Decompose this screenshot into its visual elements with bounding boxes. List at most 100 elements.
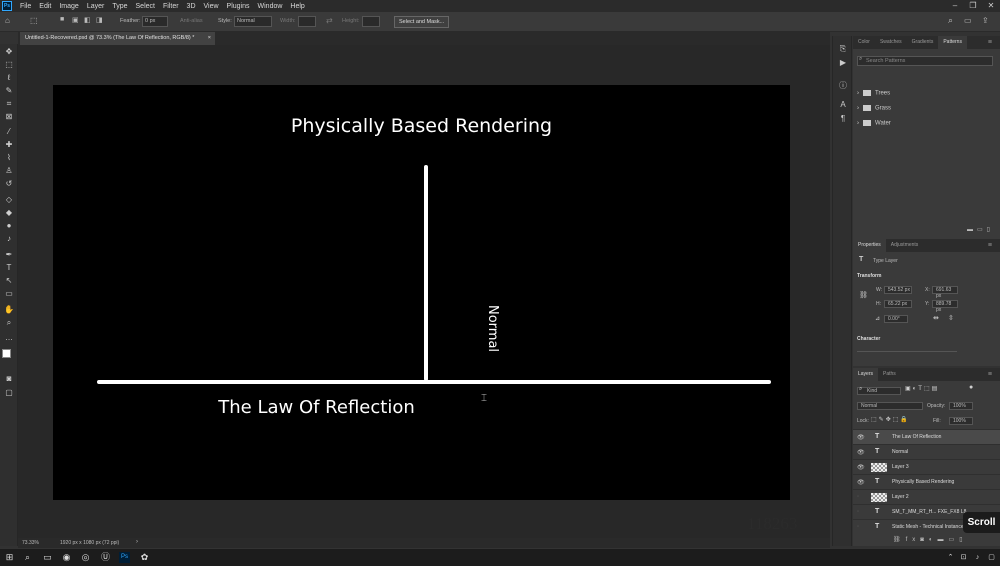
rectangle-tool-icon[interactable]: ▭ [4,290,14,298]
menu-help[interactable]: Help [286,3,308,10]
pattern-folder-water[interactable]: › Water [857,120,891,127]
document-canvas[interactable]: Physically Based Rendering Normal The La… [53,85,790,500]
tab-paths[interactable]: Paths [878,368,901,381]
app-icon-2[interactable]: ✿ [139,552,150,563]
flip-horizontal-icon[interactable]: ⇹ [933,314,939,322]
opacity-field[interactable]: 100% [949,402,973,410]
layer-row[interactable]: ▫ Layer 2 [853,489,1000,504]
transform-section[interactable]: Transform [857,273,881,279]
home-icon[interactable]: ⌂ [5,16,10,25]
tab-gradients[interactable]: Gradients [907,36,939,49]
layers-footer-icons[interactable]: ⛓fx◙◐▬▭▯ [893,536,968,543]
menu-window[interactable]: Window [254,3,287,10]
file-explorer-icon[interactable]: ▭ [42,552,53,563]
search-patterns-input[interactable]: Search Patterns [857,56,993,66]
volume-icon[interactable]: ♪ [972,552,983,563]
x-field[interactable]: 691.63 px [932,286,958,299]
history-icon[interactable]: ⎘ [838,44,848,54]
unreal-icon[interactable]: Ⓤ [100,552,111,563]
network-icon[interactable]: ⊡ [958,552,969,563]
lock-icons[interactable]: ⬚✎✥⬚🔒 [871,416,910,423]
tab-swatches[interactable]: Swatches [875,36,907,49]
status-zoom[interactable]: 73.33% [22,540,39,546]
marquee-tool-icon[interactable]: ⬚ [4,61,14,69]
screen-mode-icon[interactable]: ▢ [4,389,14,397]
quick-selection-tool-icon[interactable]: ✎ [4,87,14,95]
pen-tool-icon[interactable]: ✒ [4,251,14,259]
visibility-eye-icon[interactable]: 👁 [857,464,865,471]
link-dimensions-icon[interactable]: ⛓ [859,291,868,299]
lasso-tool-icon[interactable]: ℓ [4,74,14,82]
blend-mode-select[interactable]: Normal [857,402,923,410]
layer-row[interactable]: 👁 Layer 3 [853,459,1000,474]
visibility-empty-icon[interactable]: ▫ [857,509,859,515]
menu-3d[interactable]: 3D [183,3,200,10]
move-tool-icon[interactable]: ✥ [4,48,14,56]
layer-filter-icons[interactable]: ▣◐T⬚▤ [905,385,939,392]
eyedropper-tool-icon[interactable]: ⁄ [4,128,14,136]
crop-tool-icon[interactable]: ⌗ [4,100,14,108]
taskbar-search-icon[interactable]: ⌕ [22,552,33,563]
width-field[interactable]: 543.52 px [884,286,912,294]
browser-icon[interactable]: ◉ [61,552,72,563]
paint-bucket-tool-icon[interactable]: ◆ [4,209,14,217]
height-input[interactable] [362,16,380,27]
visibility-eye-icon[interactable]: 👁 [857,479,865,486]
fill-field[interactable]: 100% [949,417,973,425]
y-field[interactable]: 889.78 px [932,300,958,313]
width-input[interactable] [298,16,316,27]
patterns-footer-icons[interactable]: ▬▭▯ [967,226,994,233]
tab-color[interactable]: Color [853,36,875,49]
menu-file[interactable]: File [16,3,35,10]
feather-input[interactable]: 0 px [142,16,168,27]
visibility-empty-icon[interactable]: ▫ [857,524,859,530]
info-icon[interactable]: ⓘ [838,80,848,91]
menu-view[interactable]: View [200,3,223,10]
paragraph-panel-icon[interactable]: ¶ [838,114,848,123]
menu-filter[interactable]: Filter [159,3,183,10]
eraser-tool-icon[interactable]: ◇ [4,196,14,204]
visibility-eye-icon[interactable]: 👁 [857,449,865,456]
character-section[interactable]: Character [857,336,880,342]
pattern-folder-grass[interactable]: › Grass [857,105,891,112]
layer-row[interactable]: 👁 T Normal [853,444,1000,459]
character-panel-icon[interactable]: A [838,100,848,109]
menu-select[interactable]: Select [132,3,159,10]
close-window-button[interactable]: ✕ [982,0,1000,12]
brush-tool-icon[interactable]: ⌇ [4,154,14,162]
minimize-button[interactable]: – [946,0,964,12]
select-and-mask-button[interactable]: Select and Mask... [394,16,450,28]
path-selection-tool-icon[interactable]: ↖ [4,277,14,285]
hand-tool-icon[interactable]: ✋ [4,306,14,314]
type-tool-icon[interactable]: T [4,264,14,272]
actions-play-icon[interactable]: ▶ [838,58,848,67]
share-icon[interactable]: ⇪ [982,16,989,25]
swap-icon[interactable]: ⇄ [326,16,333,25]
workspace-icon[interactable]: ▭ [964,16,972,25]
menu-image[interactable]: Image [55,3,82,10]
flip-vertical-icon[interactable]: ⇳ [948,314,954,322]
quick-mask-icon[interactable]: ◙ [4,375,14,383]
add-selection-icon[interactable]: ▣ [72,16,79,24]
style-select[interactable]: Normal [234,16,272,27]
subtract-selection-icon[interactable]: ◧ [84,16,91,24]
character-font-field[interactable] [857,347,957,352]
photoshop-taskbar-icon[interactable]: Ps [119,552,130,563]
document-tab[interactable]: Untitled-1-Recovered.psd @ 73.3% (The La… [20,32,215,45]
layer-kind-filter[interactable]: Kind [857,387,901,395]
filter-toggle-icon[interactable]: ● [969,384,973,391]
blur-tool-icon[interactable]: ● [4,222,14,230]
marquee-tool-icon[interactable]: ⬚ [30,16,38,25]
new-selection-icon[interactable]: ■ [60,16,64,23]
close-tab-icon[interactable]: × [208,32,211,45]
panel-menu-icon[interactable]: ≡ [983,239,997,252]
visibility-empty-icon[interactable]: ▫ [857,494,859,500]
clone-stamp-tool-icon[interactable]: ♙ [4,167,14,175]
intersect-selection-icon[interactable]: ◨ [96,16,103,24]
healing-brush-tool-icon[interactable]: ✚ [4,141,14,149]
restore-button[interactable]: ❐ [964,0,982,12]
panel-menu-icon[interactable]: ≡ [983,368,997,381]
pattern-folder-trees[interactable]: › Trees [857,90,890,97]
height-field[interactable]: 65.22 px [884,300,912,308]
dodge-tool-icon[interactable]: ♪ [4,235,14,243]
